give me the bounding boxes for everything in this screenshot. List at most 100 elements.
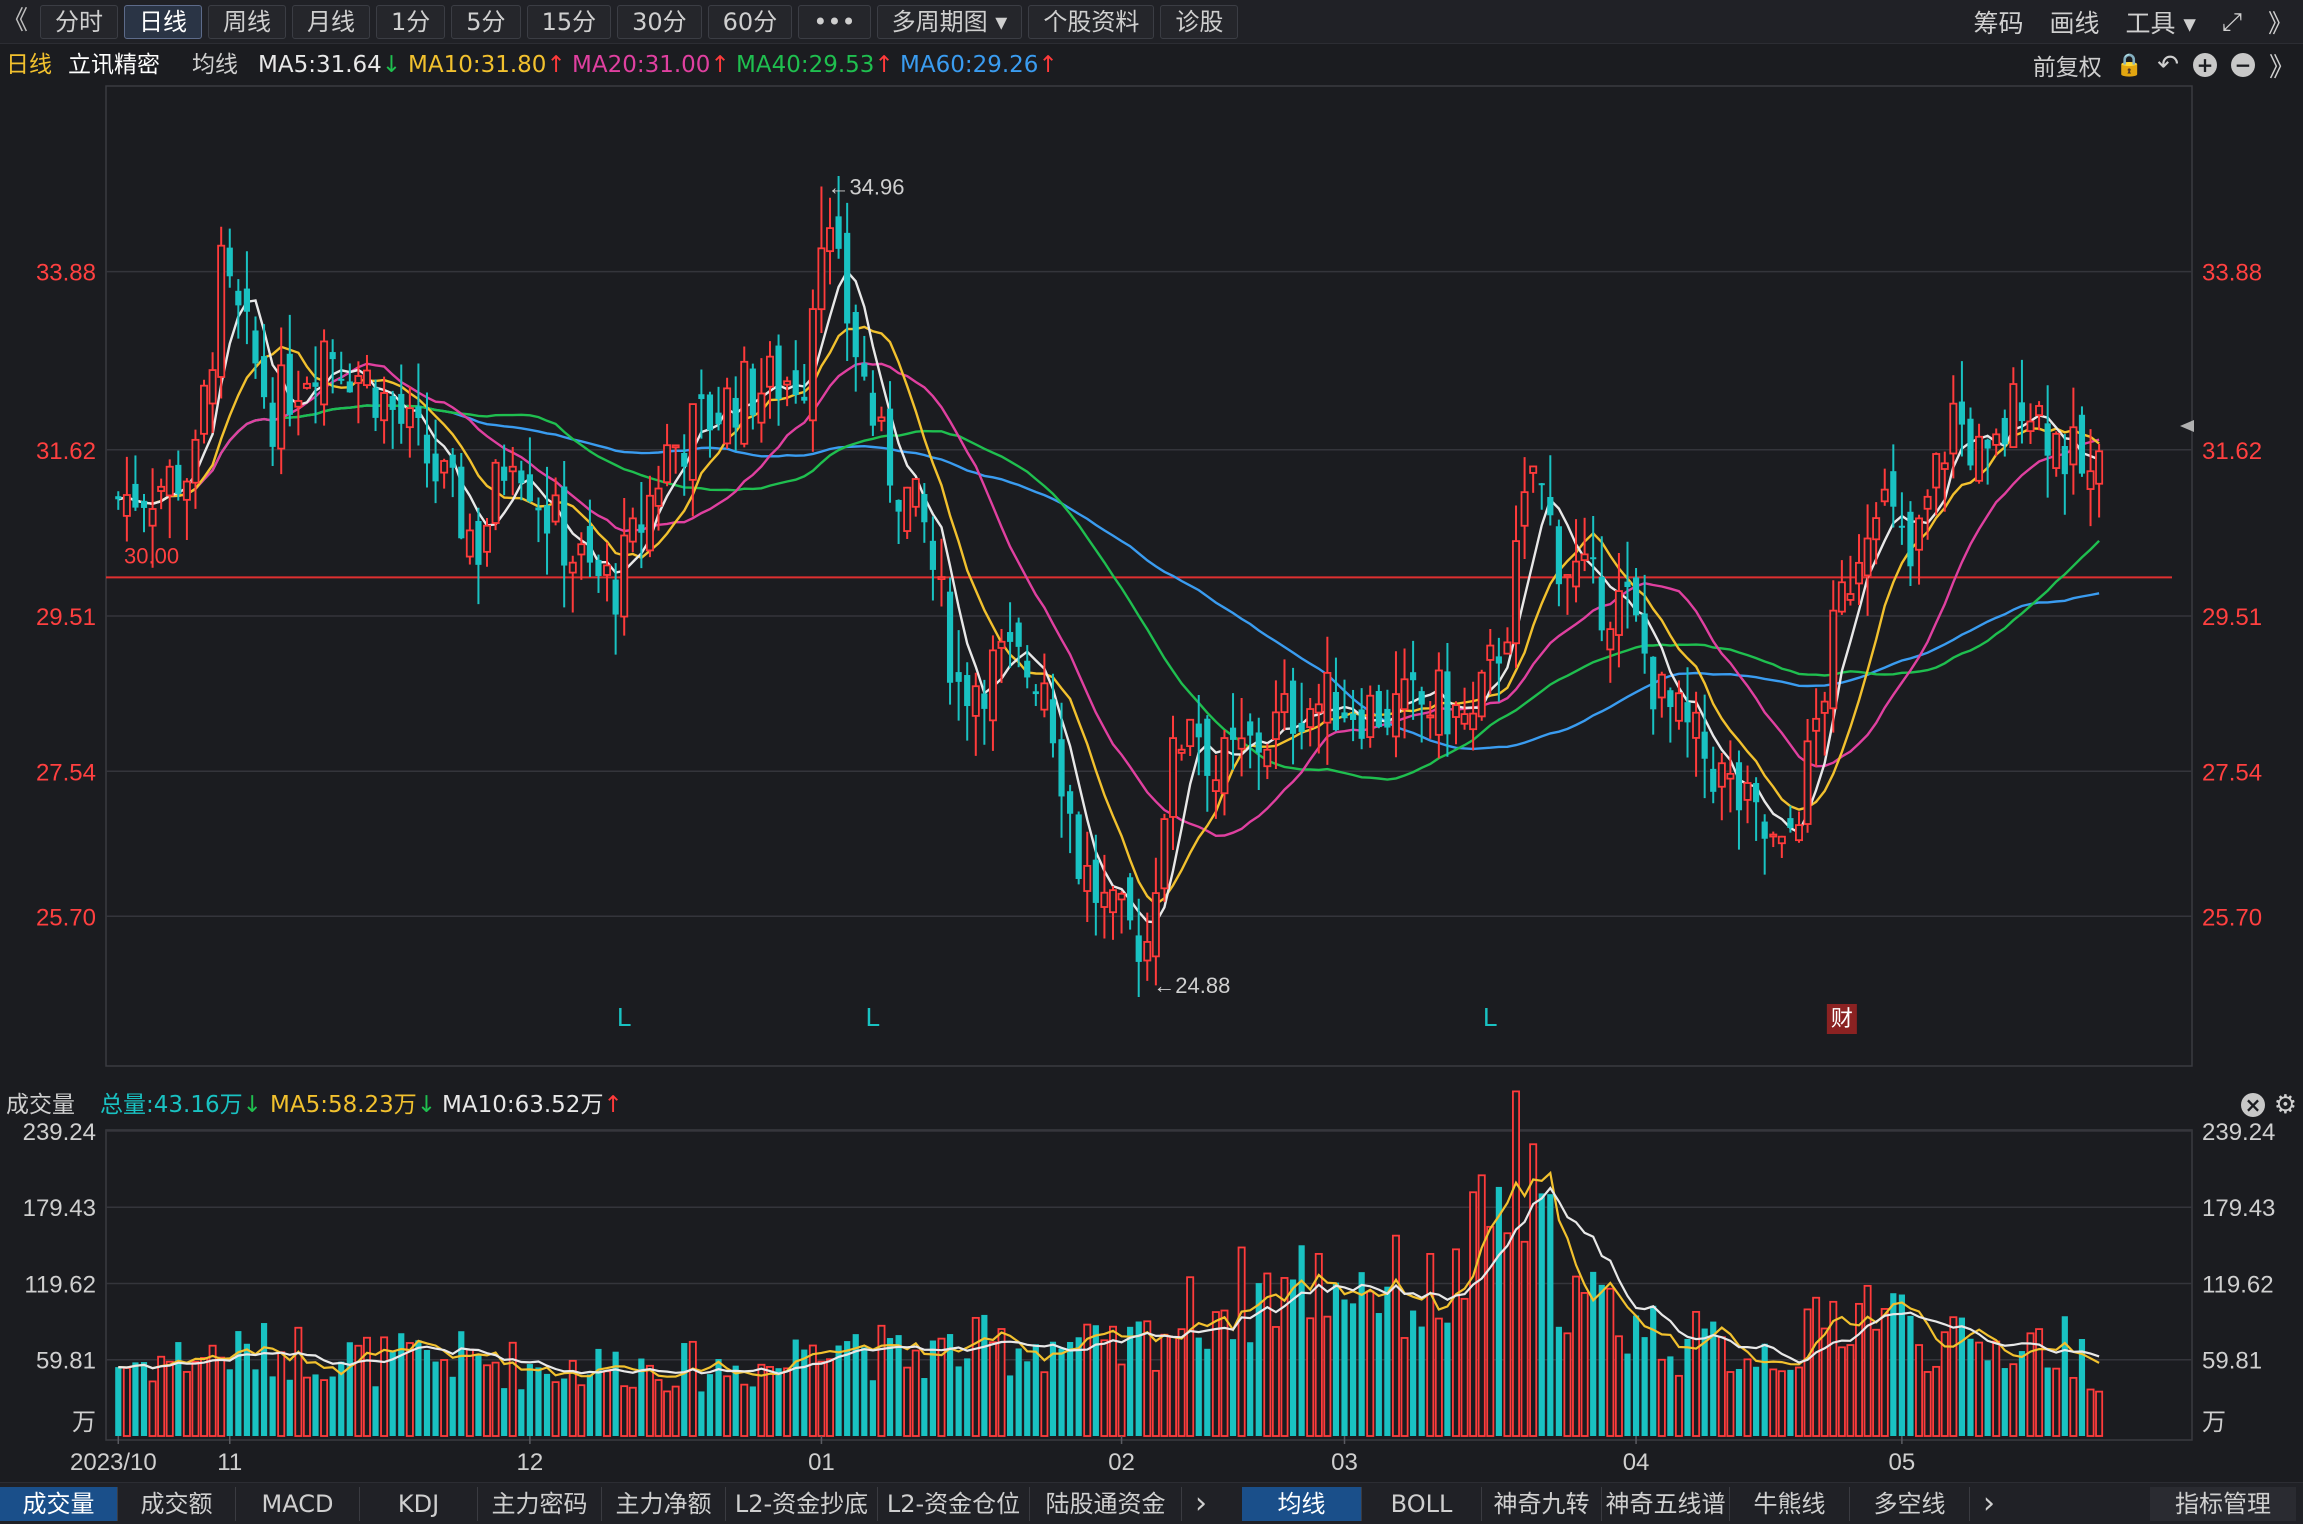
close-pane-icon[interactable]: × xyxy=(2241,1093,2265,1117)
more-overlays-icon[interactable]: › xyxy=(1976,1487,2002,1521)
volume-bar-down xyxy=(269,1376,276,1436)
candle-body-up xyxy=(1400,678,1409,711)
candle-body-down xyxy=(449,454,456,468)
candle-body-up xyxy=(465,529,474,558)
volume-bar-up xyxy=(2095,1390,2104,1437)
candle-body-down xyxy=(681,453,688,467)
kline-chart[interactable]: 33.88 33.88 31.62 31.62 29.51 29.51 27.54 27.54… xyxy=(0,84,2303,1482)
volume-bar-up xyxy=(1932,1365,1941,1437)
draw-line-button[interactable]: 画线 xyxy=(2049,4,2099,40)
volume-bar-down xyxy=(346,1342,353,1436)
overlay-tab-0[interactable]: 均线 xyxy=(1242,1487,1362,1521)
collapse-left-icon[interactable]: 《 xyxy=(2,6,28,36)
indicator-tab-7[interactable]: L2-资金仓位 xyxy=(878,1487,1030,1521)
zoom-out-icon[interactable]: − xyxy=(2230,53,2255,77)
volume-bar-down xyxy=(921,1378,928,1436)
fullscreen-icon[interactable]: ⤢ xyxy=(2222,7,2242,37)
candle-body-down xyxy=(775,345,782,400)
overlay-tab-5[interactable]: 多空线 xyxy=(1850,1487,1970,1521)
candle-body-down xyxy=(964,675,971,707)
tools-menu-button[interactable]: 工具 ▾ xyxy=(2125,4,2196,40)
candle-body-up xyxy=(603,564,612,576)
candle-body-down xyxy=(852,312,859,358)
indicator-tab-4[interactable]: 主力密码 xyxy=(478,1487,602,1521)
chip-distribution-button[interactable]: 筹码 xyxy=(1973,4,2023,40)
candle-body-down xyxy=(132,483,139,508)
settings-gear-icon[interactable]: ⚙ xyxy=(2274,1088,2297,1122)
period-tab-2[interactable]: 周线 xyxy=(208,5,286,39)
candle-body-up xyxy=(165,465,174,497)
period-tab-4[interactable]: 1分 xyxy=(376,5,446,39)
zoom-in-icon[interactable]: + xyxy=(2192,53,2217,77)
overlay-tab-1[interactable]: BOLL xyxy=(1362,1487,1482,1521)
volume-bar-down xyxy=(1761,1343,1768,1436)
overlay-tab-2[interactable]: 神奇九转 xyxy=(1482,1487,1602,1521)
period-tab-6[interactable]: 15分 xyxy=(526,5,612,39)
candle-body-up xyxy=(1975,435,1984,482)
candle-body-up xyxy=(1323,671,1332,724)
volume-bar-down xyxy=(1710,1321,1717,1436)
volume-bar-down xyxy=(1015,1348,1022,1436)
indicator-tab-5[interactable]: 主力净额 xyxy=(602,1487,726,1521)
indicator-manage-button[interactable]: 指标管理 xyxy=(2150,1487,2296,1521)
period-tab-1[interactable]: 日线 xyxy=(124,5,202,39)
period-tab-8[interactable]: 60分 xyxy=(707,5,793,39)
indicator-tab-6[interactable]: L2-资金抄底 xyxy=(726,1487,878,1521)
period-tab-0[interactable]: 分时 xyxy=(40,5,118,39)
indicator-tab-2[interactable]: MACD xyxy=(236,1487,360,1521)
candle-body-up xyxy=(1512,540,1520,645)
x-tick-label: 12 xyxy=(517,1449,544,1476)
volume-bar-up xyxy=(2086,1388,2095,1437)
volume-bar-up xyxy=(603,1370,612,1437)
candle-body-up xyxy=(766,355,774,388)
volume-bar-down xyxy=(1898,1294,1905,1436)
x-tick-label: 11 xyxy=(217,1449,242,1476)
period-tab-9[interactable]: ••• xyxy=(798,5,871,39)
period-label: 日线 xyxy=(6,52,52,78)
volume-bar-down xyxy=(475,1354,482,1436)
volume-bar-down xyxy=(286,1379,293,1436)
volume-ma5: MA5:58.23万↓ xyxy=(270,1092,437,1118)
period-tab-3[interactable]: 月线 xyxy=(292,5,370,39)
indicator-tab-8[interactable]: 陆股通资金 xyxy=(1030,1487,1182,1521)
volume-bar-up xyxy=(723,1375,732,1437)
volume-bar-up xyxy=(766,1366,774,1437)
candle-body-up xyxy=(217,244,226,378)
indicator-name[interactable]: 均线 xyxy=(192,46,238,84)
volume-bar-up xyxy=(440,1359,449,1437)
expand-icon[interactable]: 》 xyxy=(2268,4,2293,40)
volume-bar-down xyxy=(1195,1337,1202,1436)
volume-bar-up xyxy=(165,1360,174,1437)
candle-body-down xyxy=(475,520,482,565)
indicator-tab-1[interactable]: 成交额 xyxy=(118,1487,236,1521)
candle-body-up xyxy=(1529,465,1538,474)
lock-icon[interactable]: 🔒 xyxy=(2116,53,2143,78)
volume-bar-down xyxy=(2061,1316,2068,1436)
volume-bar-up xyxy=(405,1342,414,1437)
overlay-tab-4[interactable]: 牛熊线 xyxy=(1730,1487,1850,1521)
period-tab-11[interactable]: 个股资料 xyxy=(1028,5,1155,39)
price-ma20-line xyxy=(118,361,2100,838)
volume-bar-down xyxy=(1127,1326,1134,1436)
volume-bar-up xyxy=(1614,1335,1623,1437)
ma-value-2: MA20:31.00↑ xyxy=(572,52,730,78)
indicator-tab-0[interactable]: 成交量 xyxy=(0,1487,118,1521)
adjust-mode[interactable]: 前复权 xyxy=(2033,48,2102,82)
volume-title[interactable]: 成交量 xyxy=(6,1088,75,1122)
stock-name[interactable]: 立讯精密 xyxy=(68,46,160,84)
period-tab-12[interactable]: 诊股 xyxy=(1160,5,1239,39)
volume-tick-left: 119.62 xyxy=(24,1271,96,1298)
expand-right-icon[interactable]: 》 xyxy=(2269,47,2295,84)
candle-body-down xyxy=(1341,712,1348,719)
undo-icon[interactable]: ↶ xyxy=(2157,50,2179,80)
period-tab-7[interactable]: 30分 xyxy=(617,5,702,39)
indicator-tab-3[interactable]: KDJ xyxy=(360,1487,478,1521)
more-tabs-icon[interactable]: › xyxy=(1188,1487,1214,1521)
overlay-tab-3[interactable]: 神奇五线谱 xyxy=(1602,1487,1730,1521)
candle-body-up xyxy=(302,382,311,389)
volume-bar-down xyxy=(586,1374,593,1436)
volume-bar-up xyxy=(302,1376,311,1437)
period-tab-5[interactable]: 5分 xyxy=(451,5,521,39)
period-tab-10[interactable]: 多周期图 ▾ xyxy=(876,5,1023,39)
volume-bar-down xyxy=(260,1323,268,1436)
